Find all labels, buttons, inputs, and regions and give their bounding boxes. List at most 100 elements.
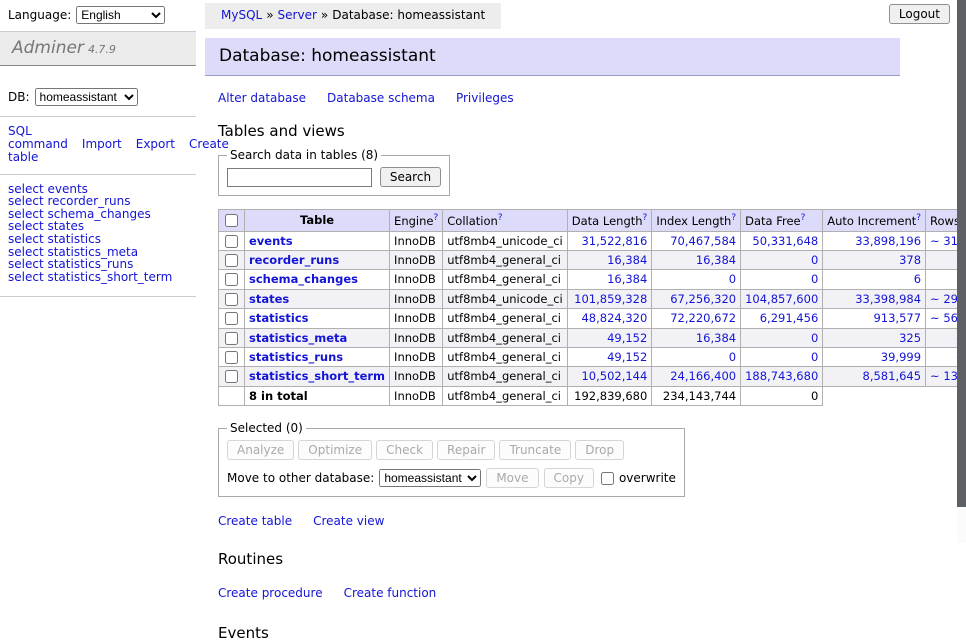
column-help-link[interactable]: ? bbox=[731, 213, 736, 223]
data-length-cell: 101,859,328 bbox=[567, 289, 652, 308]
db-action-link[interactable]: Privileges bbox=[456, 91, 514, 105]
row-checkbox[interactable] bbox=[225, 254, 238, 267]
data-free-link[interactable]: 0 bbox=[811, 331, 818, 345]
auto-increment-link[interactable]: 39,999 bbox=[881, 350, 921, 364]
data-free-link[interactable]: 0 bbox=[811, 350, 818, 364]
sidebar-link[interactable]: Import bbox=[82, 137, 122, 151]
auto-increment-cell: 33,898,196 bbox=[823, 231, 926, 250]
row-checkbox[interactable] bbox=[225, 332, 238, 345]
db-select[interactable]: homeassistant bbox=[35, 88, 138, 106]
auto-increment-link[interactable]: 378 bbox=[899, 253, 921, 267]
row-checkbox[interactable] bbox=[225, 235, 238, 248]
logout-button[interactable]: Logout bbox=[889, 4, 950, 24]
row-checkbox[interactable] bbox=[225, 370, 238, 383]
auto-increment-link[interactable]: 33,898,196 bbox=[855, 234, 921, 248]
index-length-link[interactable]: 0 bbox=[729, 350, 736, 364]
column-help: ? bbox=[801, 212, 806, 223]
index-length-link[interactable]: 16,384 bbox=[696, 253, 736, 267]
table-name-link[interactable]: statistics_short_term bbox=[249, 369, 385, 383]
auto-increment-cell: 8,581,645 bbox=[823, 367, 926, 386]
row-checkbox[interactable] bbox=[225, 293, 238, 306]
vertical-scrollbar[interactable] bbox=[957, 0, 966, 543]
table-name-link[interactable]: events bbox=[249, 234, 293, 248]
table-name-link[interactable]: recorder_runs bbox=[249, 253, 339, 267]
column-help: ? bbox=[498, 212, 503, 223]
create-link[interactable]: Create view bbox=[313, 514, 384, 528]
sidebar-select-link[interactable]: select recorder_runs bbox=[8, 195, 196, 208]
table-name-link[interactable]: schema_changes bbox=[249, 272, 358, 286]
data-free-cell: 0 bbox=[741, 270, 823, 289]
index-length-cell: 72,220,672 bbox=[652, 309, 741, 328]
sidebar-select-link[interactable]: select statistics_runs bbox=[8, 258, 196, 271]
row-checkbox[interactable] bbox=[225, 351, 238, 364]
selected-fieldset: Selected (0) AnalyzeOptimizeCheckRepairT… bbox=[218, 421, 685, 497]
language-select[interactable]: English bbox=[76, 6, 165, 24]
scrollbar-thumb[interactable] bbox=[957, 0, 966, 507]
index-length-link[interactable]: 24,166,400 bbox=[670, 369, 736, 383]
data-free-link[interactable]: 188,743,680 bbox=[745, 369, 818, 383]
column-help-link[interactable]: ? bbox=[801, 213, 806, 223]
sidebar-select-link[interactable]: select statistics_short_term bbox=[8, 271, 196, 284]
breadcrumb-link-mysql[interactable]: MySQL bbox=[221, 8, 262, 22]
create-link[interactable]: Create table bbox=[218, 514, 292, 528]
sidebar-link[interactable]: Export bbox=[136, 137, 175, 151]
auto-increment-link[interactable]: 325 bbox=[899, 331, 921, 345]
auto-increment-cell: 325 bbox=[823, 328, 926, 347]
column-help-link[interactable]: ? bbox=[916, 213, 921, 223]
data-length-link[interactable]: 10,502,144 bbox=[581, 369, 647, 383]
column-help-link[interactable]: ? bbox=[643, 213, 648, 223]
app-version: 4.7.9 bbox=[88, 43, 116, 56]
data-free-link[interactable]: 0 bbox=[811, 253, 818, 267]
data-free-link[interactable]: 50,331,648 bbox=[752, 234, 818, 248]
index-length-link[interactable]: 72,220,672 bbox=[670, 311, 736, 325]
index-length-link[interactable]: 16,384 bbox=[696, 331, 736, 345]
search-button[interactable]: Search bbox=[380, 167, 441, 187]
routine-link[interactable]: Create function bbox=[344, 586, 437, 600]
table-name-link[interactable]: states bbox=[249, 292, 289, 306]
column-help-link[interactable]: ? bbox=[498, 213, 503, 223]
data-length-link[interactable]: 101,859,328 bbox=[574, 292, 647, 306]
data-length-link[interactable]: 16,384 bbox=[607, 253, 647, 267]
data-length-link[interactable]: 31,522,816 bbox=[581, 234, 647, 248]
sidebar-link[interactable]: SQL command bbox=[8, 124, 68, 151]
column-header-label: Collation bbox=[447, 214, 498, 228]
search-input[interactable] bbox=[227, 168, 372, 187]
db-action-link[interactable]: Alter database bbox=[218, 91, 306, 105]
db-action-link[interactable]: Database schema bbox=[327, 91, 435, 105]
index-length-cell: 67,256,320 bbox=[652, 289, 741, 308]
breadcrumb-link-server[interactable]: Server bbox=[278, 8, 317, 22]
index-length-link[interactable]: 0 bbox=[729, 272, 736, 286]
data-length-link[interactable]: 48,824,320 bbox=[581, 311, 647, 325]
data-free-link[interactable]: 104,857,600 bbox=[745, 292, 818, 306]
row-checkbox[interactable] bbox=[225, 312, 238, 325]
row-checkbox[interactable] bbox=[225, 273, 238, 286]
overwrite-checkbox[interactable] bbox=[601, 472, 614, 485]
table-name-link[interactable]: statistics_runs bbox=[249, 350, 343, 364]
data-length-link[interactable]: 49,152 bbox=[607, 350, 647, 364]
index-length-link[interactable]: 70,467,584 bbox=[670, 234, 736, 248]
auto-increment-cell: 6 bbox=[823, 270, 926, 289]
table-header-row: TableEngine?Collation?Data Length?Index … bbox=[219, 210, 966, 231]
move-database-select[interactable]: homeassistant bbox=[379, 469, 481, 487]
auto-increment-link[interactable]: 33,398,984 bbox=[855, 292, 921, 306]
table-name-link[interactable]: statistics_meta bbox=[249, 331, 347, 345]
data-length-link[interactable]: 16,384 bbox=[607, 272, 647, 286]
data-length-cell: 16,384 bbox=[567, 270, 652, 289]
data-length-link[interactable]: 49,152 bbox=[607, 331, 647, 345]
auto-increment-link[interactable]: 6 bbox=[914, 272, 921, 286]
collation-cell: utf8mb4_general_ci bbox=[443, 309, 568, 328]
auto-increment-link[interactable]: 913,577 bbox=[873, 311, 921, 325]
create-links: Create table Create view bbox=[218, 514, 887, 529]
column-help-link[interactable]: ? bbox=[433, 213, 438, 223]
select-all-checkbox[interactable] bbox=[225, 214, 238, 227]
data-free-link[interactable]: 6,291,456 bbox=[760, 311, 819, 325]
sidebar-select-link[interactable]: select statistics bbox=[8, 233, 196, 246]
auto-increment-link[interactable]: 8,581,645 bbox=[863, 369, 922, 383]
app-title: Adminer4.7.9 bbox=[0, 32, 196, 66]
routine-link[interactable]: Create procedure bbox=[218, 586, 323, 600]
data-free-link[interactable]: 0 bbox=[811, 272, 818, 286]
table-name-link[interactable]: statistics bbox=[249, 311, 309, 325]
index-length-link[interactable]: 67,256,320 bbox=[670, 292, 736, 306]
db-action-links: Alter database Database schema Privileges bbox=[218, 91, 887, 106]
data-free-cell: 6,291,456 bbox=[741, 309, 823, 328]
